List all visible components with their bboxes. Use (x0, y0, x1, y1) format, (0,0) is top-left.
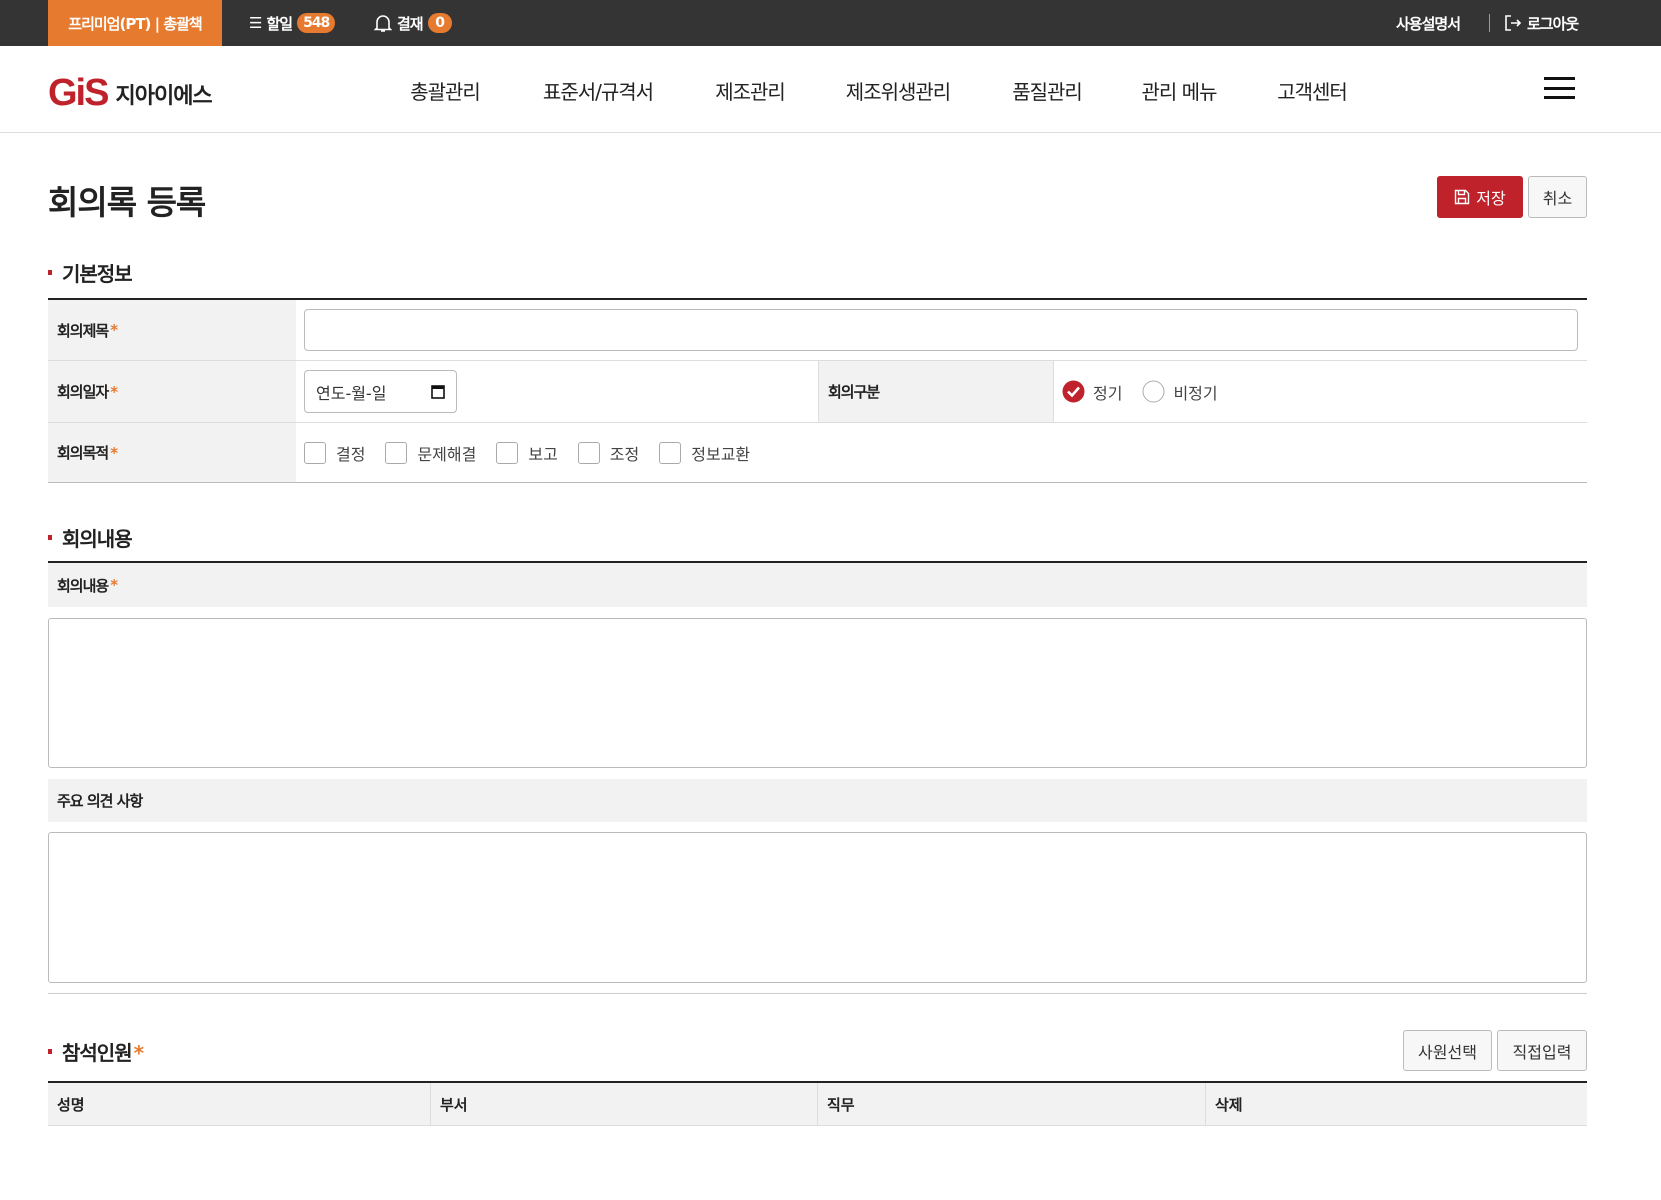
section-title: 회의내용 (62, 527, 133, 551)
bell-icon (374, 15, 392, 32)
opinion-label-row: 주요 의견 사항 (48, 779, 1587, 822)
logo[interactable]: GiS 지아이에스 (48, 72, 213, 115)
hamburger-menu-icon[interactable] (1544, 77, 1575, 99)
nav-item[interactable]: 관리 메뉴 (1142, 76, 1218, 105)
opinion-label: 주요 의견 사항 (48, 779, 448, 822)
top-bar: 프리미엄(PT) | 총괄책 ☰ 할일 548 결재 0 사용설명서 로그아웃 (0, 0, 1661, 46)
row-date: 회의일자 * 연도-월-일 회의구분 정기 비정기 (48, 361, 1587, 423)
logout-label: 로그아웃 (1527, 14, 1579, 33)
title-input[interactable] (304, 309, 1578, 351)
purpose-label: 회의목적 * (48, 423, 296, 482)
nav-item[interactable]: 표준서/규격서 (543, 76, 654, 105)
type-label: 회의구분 (818, 361, 1054, 422)
select-employee-button[interactable]: 사원선택 (1403, 1030, 1492, 1071)
radio-checked-icon (1062, 380, 1085, 403)
checkbox-problem-solving[interactable]: 문제해결 (385, 441, 476, 465)
approval-link[interactable]: 결재 0 (374, 0, 452, 46)
radio-unchecked-icon (1142, 380, 1165, 403)
content-label: 회의내용 * (48, 563, 448, 607)
logo-text: 지아이에스 (115, 83, 212, 109)
todo-link[interactable]: ☰ 할일 548 (249, 0, 336, 46)
checkbox-decision[interactable]: 결정 (304, 441, 365, 465)
manual-link[interactable]: 사용설명서 (1396, 0, 1461, 46)
purpose-checkbox-group: 결정 문제해결 보고 조정 정보교환 (304, 423, 770, 482)
todo-label: 할일 (266, 14, 293, 33)
column-header-name: 성명 (57, 1095, 85, 1114)
divider (48, 993, 1587, 994)
checkbox-report[interactable]: 보고 (496, 441, 558, 465)
row-purpose: 회의목적 * 결정 문제해결 보고 조정 정보교환 (48, 423, 1587, 483)
attendee-table-header: 성명 부서 직무 삭제 (48, 1083, 1587, 1126)
column-header-department: 부서 (430, 1083, 817, 1125)
content-textarea[interactable] (48, 618, 1587, 768)
divider (1489, 14, 1490, 32)
logo-mark: GiS (48, 72, 109, 114)
section-title: 기본정보 (62, 262, 133, 286)
date-placeholder: 연도-월-일 (316, 383, 387, 403)
nav-item[interactable]: 품질관리 (1012, 76, 1083, 105)
opinion-textarea[interactable] (48, 832, 1587, 983)
radio-regular[interactable]: 정기 (1062, 380, 1122, 404)
plan-badge[interactable]: 프리미엄(PT) | 총괄책 (48, 0, 222, 46)
date-label: 회의일자 * (48, 361, 296, 422)
main-nav: GiS 지아이에스 총괄관리 표준서/규격서 제조관리 제조위생관리 품질관리 … (0, 46, 1661, 133)
title-label: 회의제목 * (48, 300, 296, 360)
save-label: 저장 (1476, 189, 1506, 208)
save-button[interactable]: 저장 (1437, 176, 1523, 218)
content-label-row: 회의내용 * (48, 563, 1587, 607)
section-attendees: 참석인원 * (48, 1037, 144, 1066)
type-radio-group: 정기 비정기 (1062, 361, 1238, 422)
calendar-icon[interactable] (431, 384, 445, 399)
logout-icon (1505, 15, 1522, 31)
nav-item[interactable]: 제조위생관리 (846, 76, 951, 105)
cancel-button[interactable]: 취소 (1528, 176, 1587, 218)
section-basic-info: 기본정보 (48, 258, 133, 287)
section-content: 회의내용 (48, 523, 133, 552)
section-title: 참석인원 * (62, 1041, 144, 1065)
nav-item[interactable]: 고객센터 (1277, 76, 1348, 105)
direct-input-button[interactable]: 직접입력 (1497, 1030, 1587, 1071)
date-input[interactable]: 연도-월-일 (304, 370, 457, 413)
checkbox-coordination[interactable]: 조정 (577, 441, 639, 465)
approval-count: 0 (427, 13, 452, 33)
nav-item[interactable]: 제조관리 (715, 76, 786, 105)
list-icon: ☰ (249, 14, 262, 32)
radio-irregular[interactable]: 비정기 (1142, 380, 1218, 404)
logout-link[interactable]: 로그아웃 (1504, 0, 1579, 46)
nav-item[interactable]: 총괄관리 (410, 76, 481, 105)
page-title: 회의록 등록 (48, 183, 206, 222)
column-header-delete: 삭제 (1205, 1083, 1587, 1125)
todo-count: 548 (297, 13, 336, 33)
row-title: 회의제목 * (48, 300, 1587, 361)
approval-label: 결재 (397, 14, 424, 33)
save-icon (1455, 189, 1470, 205)
column-header-role: 직무 (817, 1083, 1205, 1125)
checkbox-info-exchange[interactable]: 정보교환 (659, 441, 750, 465)
